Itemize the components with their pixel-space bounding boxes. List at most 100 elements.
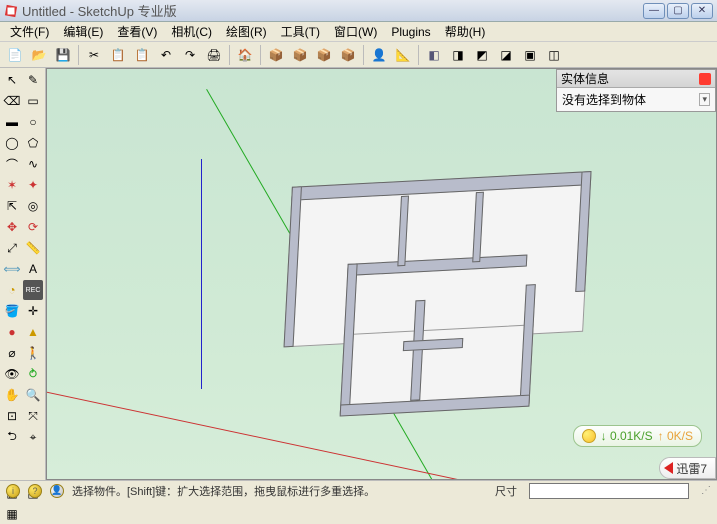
scale-tool[interactable]: ⤢ xyxy=(2,238,22,258)
select-tool[interactable]: ↖ xyxy=(2,70,22,90)
warehouse-button[interactable]: 📦 xyxy=(265,44,287,66)
line-tool[interactable]: ✎ xyxy=(23,70,43,90)
status-tip-icon[interactable]: i xyxy=(6,484,20,498)
add-person-button[interactable]: 👤 xyxy=(368,44,390,66)
style-button-3[interactable]: ▦ xyxy=(2,504,22,524)
rotate-tool[interactable]: ⟳ xyxy=(23,217,43,237)
star-tool[interactable]: ✶ xyxy=(2,175,22,195)
entity-info-header[interactable]: 实体信息 xyxy=(557,70,715,88)
view-left-button[interactable]: ◫ xyxy=(543,44,565,66)
entity-info-close-icon[interactable] xyxy=(699,73,711,85)
menu-tools[interactable]: 工具(T) xyxy=(275,21,326,42)
view-iso-button[interactable]: ◧ xyxy=(423,44,445,66)
copy-button[interactable]: 📋 xyxy=(107,44,129,66)
axis-blue xyxy=(201,159,202,389)
warehouse-button-2[interactable]: 📦 xyxy=(289,44,311,66)
speed-widget[interactable]: ↓ 0.01K/S ↑ 0K/S xyxy=(573,425,702,447)
view-front-button[interactable]: ◩ xyxy=(471,44,493,66)
brand-pill[interactable]: 迅雷7 xyxy=(659,457,716,479)
warehouse-button-4[interactable]: 📦 xyxy=(337,44,359,66)
tool-palette: ↖ ✎ ⌫ ▭ ▬ ○ ◯ ⬠ ⌒ ∿ ✶ ✦ ⇱ ◎ ✥ ⟳ ⤢ 📏 ⟺ A … xyxy=(0,68,46,480)
menu-edit[interactable]: 编辑(E) xyxy=(57,21,109,42)
text-tool[interactable]: A xyxy=(23,259,43,279)
polygon-tool[interactable]: ◯ xyxy=(2,133,22,153)
polygon2-tool[interactable]: ⬠ xyxy=(23,133,43,153)
section-tool[interactable]: ⌀ xyxy=(2,343,22,363)
viewport-3d[interactable]: 实体信息 没有选择到物体 ▾ ↓ 0.01K/S ↑ 0K/S 迅雷7 xyxy=(46,68,717,480)
freehand-tool[interactable]: ∿ xyxy=(23,154,43,174)
dimension-input[interactable] xyxy=(529,483,689,499)
menu-file[interactable]: 文件(F) xyxy=(4,21,55,42)
status-user-icon[interactable]: 👤 xyxy=(50,484,64,498)
app-icon xyxy=(4,4,18,18)
window-title: Untitled - SketchUp 专业版 xyxy=(22,1,643,20)
zoom-window-tool[interactable]: ⊡ xyxy=(2,406,22,426)
titlebar: Untitled - SketchUp 专业版 — ▢ ✕ xyxy=(0,0,717,22)
view-back-button[interactable]: ▣ xyxy=(519,44,541,66)
toolbar-top: 📄 📂 💾 ✂ 📋 📋 ↶ ↷ 🖨 🏠 📦 📦 📦 📦 👤 📐 ◧ ◨ ◩ ◪ … xyxy=(0,42,717,68)
close-button[interactable]: ✕ xyxy=(691,3,713,19)
rectangle2-tool[interactable]: ▬ xyxy=(2,112,22,132)
axis-tool[interactable]: ✛ xyxy=(23,301,43,321)
pushpull-tool[interactable]: ⇱ xyxy=(2,196,22,216)
entity-info-title: 实体信息 xyxy=(561,70,609,87)
paint-tool[interactable]: 🪣 xyxy=(2,301,22,321)
offset-tool[interactable]: ◎ xyxy=(23,196,43,216)
dimensions-button[interactable]: 📐 xyxy=(392,44,414,66)
menu-view[interactable]: 查看(V) xyxy=(111,21,163,42)
entity-info-expand-icon[interactable]: ▾ xyxy=(699,93,710,106)
view-top-button[interactable]: ◨ xyxy=(447,44,469,66)
eraser-tool[interactable]: ⌫ xyxy=(2,91,22,111)
triangle-tool[interactable]: ▲ xyxy=(23,322,43,342)
pan-tool[interactable]: ✋ xyxy=(2,385,22,405)
rectangle-tool[interactable]: ▭ xyxy=(23,91,43,111)
dimension-label: 尺寸 xyxy=(495,483,517,499)
resize-grip-icon[interactable]: ⋰ xyxy=(697,485,711,496)
cut-button[interactable]: ✂ xyxy=(83,44,105,66)
dimension-tool[interactable]: ⟺ xyxy=(2,259,22,279)
zoom-extents-tool[interactable]: ⤧ xyxy=(23,406,43,426)
status-help-icon[interactable]: ? xyxy=(28,484,42,498)
separator xyxy=(229,45,230,65)
open-file-button[interactable]: 📂 xyxy=(28,44,50,66)
model-floorplan xyxy=(280,130,603,407)
warehouse-button-3[interactable]: 📦 xyxy=(313,44,335,66)
protractor-tool[interactable]: ◔ xyxy=(2,280,22,300)
redo-button[interactable]: ↷ xyxy=(179,44,201,66)
save-button[interactable]: 💾 xyxy=(52,44,74,66)
tape-tool[interactable]: 📏 xyxy=(23,238,43,258)
look-tool[interactable]: 👁 xyxy=(2,364,22,384)
separator xyxy=(363,45,364,65)
undo-button[interactable]: ↶ xyxy=(155,44,177,66)
move-tool[interactable]: ✥ xyxy=(2,217,22,237)
zoom-tool[interactable]: 🔍 xyxy=(23,385,43,405)
dot-tool[interactable]: ● xyxy=(2,322,22,342)
menu-camera[interactable]: 相机(C) xyxy=(165,21,218,42)
menu-help[interactable]: 帮助(H) xyxy=(439,21,492,42)
entity-info-panel[interactable]: 实体信息 没有选择到物体 ▾ xyxy=(556,69,716,112)
menu-plugins[interactable]: Plugins xyxy=(385,23,436,41)
spacer xyxy=(2,448,43,482)
maximize-button[interactable]: ▢ xyxy=(667,3,689,19)
separator xyxy=(418,45,419,65)
model-info-button[interactable]: 🏠 xyxy=(234,44,256,66)
statusbar: i ? 👤 选择物件。[Shift]键：扩大选择范围，拖曳鼠标进行多重选择。 尺… xyxy=(0,480,717,500)
brand-label: 迅雷7 xyxy=(676,460,707,477)
print-button[interactable]: 🖨 xyxy=(203,44,225,66)
minimize-button[interactable]: — xyxy=(643,3,665,19)
previous-view-tool[interactable]: ⮌ xyxy=(2,427,22,447)
menu-draw[interactable]: 绘图(R) xyxy=(220,21,273,42)
record-tool[interactable]: REC xyxy=(23,280,43,300)
speed-icon xyxy=(582,429,596,443)
paste-button[interactable]: 📋 xyxy=(131,44,153,66)
burst-tool[interactable]: ✦ xyxy=(23,175,43,195)
view-right-button[interactable]: ◪ xyxy=(495,44,517,66)
orbit-tool[interactable]: ⥁ xyxy=(23,364,43,384)
arc-tool[interactable]: ⌒ xyxy=(2,154,22,174)
position-camera-tool[interactable]: ⌖ xyxy=(23,427,43,447)
new-file-button[interactable]: 📄 xyxy=(4,44,26,66)
circle-tool[interactable]: ○ xyxy=(23,112,43,132)
upload-speed: ↑ 0K/S xyxy=(658,429,693,443)
menu-window[interactable]: 窗口(W) xyxy=(328,21,383,42)
walk-tool[interactable]: 🚶 xyxy=(23,343,43,363)
